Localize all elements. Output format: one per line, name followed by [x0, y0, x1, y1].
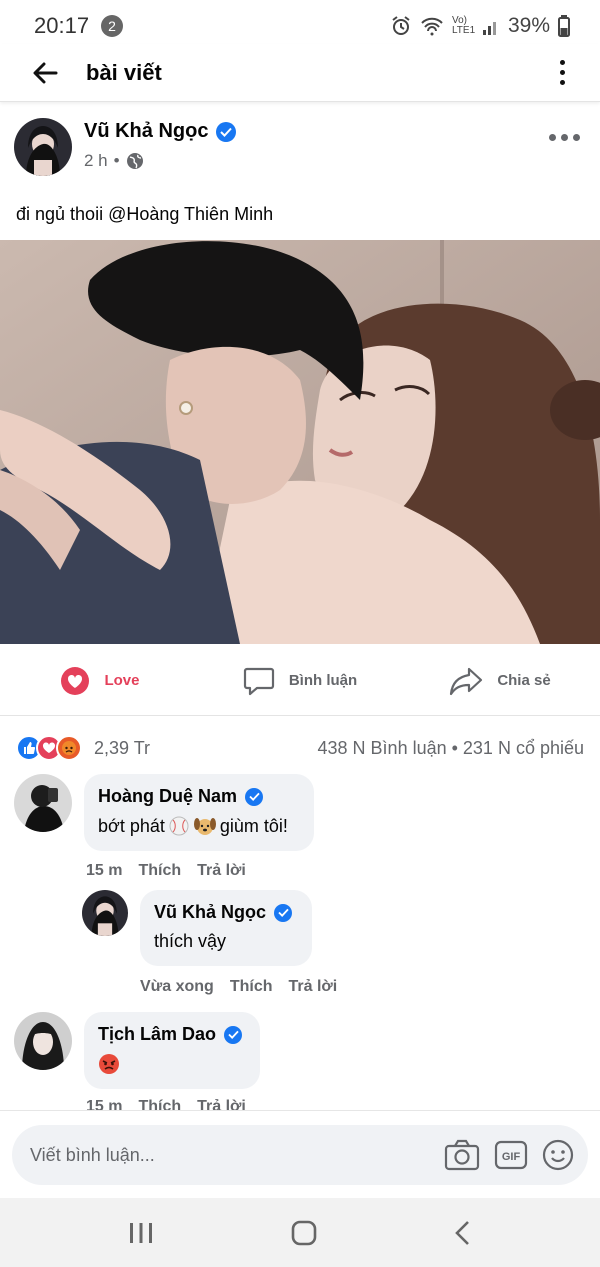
comment-input-box[interactable]: GIF [12, 1125, 588, 1185]
love-label: Love [104, 672, 140, 689]
commenter-avatar[interactable] [82, 890, 128, 936]
meta-separator: • [113, 151, 120, 170]
comment-time: 15 m [86, 862, 123, 879]
angry-emoji-icon [99, 1054, 119, 1074]
reply-item: Vũ Khả Ngọc thích vậy [82, 890, 312, 966]
commenter-name[interactable]: Tịch Lâm Dao [98, 1024, 216, 1045]
notification-count-badge: 2 [101, 15, 124, 37]
commenter-avatar[interactable] [14, 774, 72, 832]
camera-icon[interactable] [444, 1139, 480, 1171]
status-time: 20:17 [34, 13, 90, 38]
comment-composer: GIF [0, 1110, 600, 1198]
comment-item: Hoàng Duệ Nam bớt phát giùm tôi! [14, 774, 314, 851]
more-options-icon[interactable] [552, 60, 572, 85]
comment-label: Bình luận [288, 672, 358, 689]
globe-icon [126, 153, 143, 169]
comment-actions: 15 m Thích Trả lời [86, 862, 246, 880]
dog-emoji-icon [193, 818, 216, 835]
share-label: Chia sẻ [497, 672, 551, 689]
battery-percent: 39% [507, 14, 550, 37]
post-actions: Love Bình luận Chia sẻ [0, 646, 600, 716]
post-more-icon[interactable] [549, 134, 580, 178]
author-name[interactable]: Vũ Khả Ngọc [84, 120, 208, 143]
alarm-icon [392, 16, 410, 35]
comment-share-counts[interactable]: 438 N Bình luận • 231 N cổ phiếu [318, 738, 584, 759]
reply-link[interactable]: Trả lời [197, 862, 246, 880]
commenter-avatar[interactable] [14, 1012, 72, 1070]
comment-icon [243, 667, 274, 695]
comment-button[interactable]: Bình luận [200, 666, 400, 696]
svg-text:GIF: GIF [502, 1151, 521, 1163]
comment-item: Tịch Lâm Dao [14, 1012, 260, 1089]
baseball-emoji-icon [169, 816, 189, 836]
home-icon[interactable] [291, 1220, 317, 1246]
signal-icon [482, 22, 496, 35]
angry-reaction-icon [56, 735, 82, 761]
gif-icon[interactable]: GIF [494, 1140, 528, 1170]
reply-link[interactable]: Trả lời [289, 978, 338, 996]
back-nav-icon[interactable] [454, 1220, 472, 1246]
post-header: Vũ Khả Ngọc 2 h • [14, 118, 580, 178]
comment-text [98, 1053, 244, 1075]
reaction-count: 2,39 Tr [94, 737, 151, 758]
heart-icon [61, 666, 90, 695]
comment-text: thích vậy [154, 931, 227, 951]
comment-bubble: Vũ Khả Ngọc thích vậy [140, 890, 312, 966]
app-header: bài viết [0, 44, 600, 102]
network-label: Vo) LTE1 [451, 15, 476, 36]
comment-bubble: Tịch Lâm Dao [84, 1012, 260, 1089]
comment-input[interactable] [30, 1144, 444, 1166]
author-avatar[interactable] [14, 118, 72, 176]
post-caption: đi ngủ thoii @Hoàng Thiên Minh [16, 204, 274, 224]
recent-apps-icon[interactable] [128, 1221, 154, 1245]
like-link[interactable]: Thích [138, 862, 181, 880]
reactions-summary[interactable]: 2,39 Tr 438 N Bình luận • 231 N cổ phiếu [16, 728, 584, 768]
post-time[interactable]: 2 h [84, 151, 108, 171]
share-button[interactable]: Chia sẻ [400, 666, 600, 696]
share-icon [450, 667, 483, 695]
wifi-icon [421, 17, 443, 36]
comment-text: bớt phát giùm tôi! [98, 815, 288, 836]
status-icons: Vo) LTE1 39% [390, 14, 570, 38]
verified-badge-icon [224, 1025, 243, 1044]
battery-icon [558, 15, 570, 37]
post-photo[interactable] [0, 240, 600, 644]
commenter-name[interactable]: Hoàng Duệ Nam [98, 786, 237, 807]
commenter-name[interactable]: Vũ Khả Ngọc [154, 902, 266, 923]
verified-badge-icon [216, 121, 237, 142]
reaction-icons [16, 735, 82, 761]
comment-time: Vừa xong [140, 978, 214, 995]
verified-badge-icon [274, 903, 293, 922]
like-link[interactable]: Thích [230, 978, 273, 996]
comment-bubble: Hoàng Duệ Nam bớt phát giùm tôi! [84, 774, 314, 851]
comment-actions: Vừa xong Thích Trả lời [140, 978, 337, 996]
page-title: bài viết [86, 59, 162, 85]
verified-badge-icon [245, 787, 264, 806]
love-button[interactable]: Love [0, 666, 200, 696]
emoji-icon[interactable] [542, 1139, 574, 1171]
back-arrow-icon[interactable] [32, 57, 64, 89]
system-nav-bar [0, 1198, 600, 1267]
